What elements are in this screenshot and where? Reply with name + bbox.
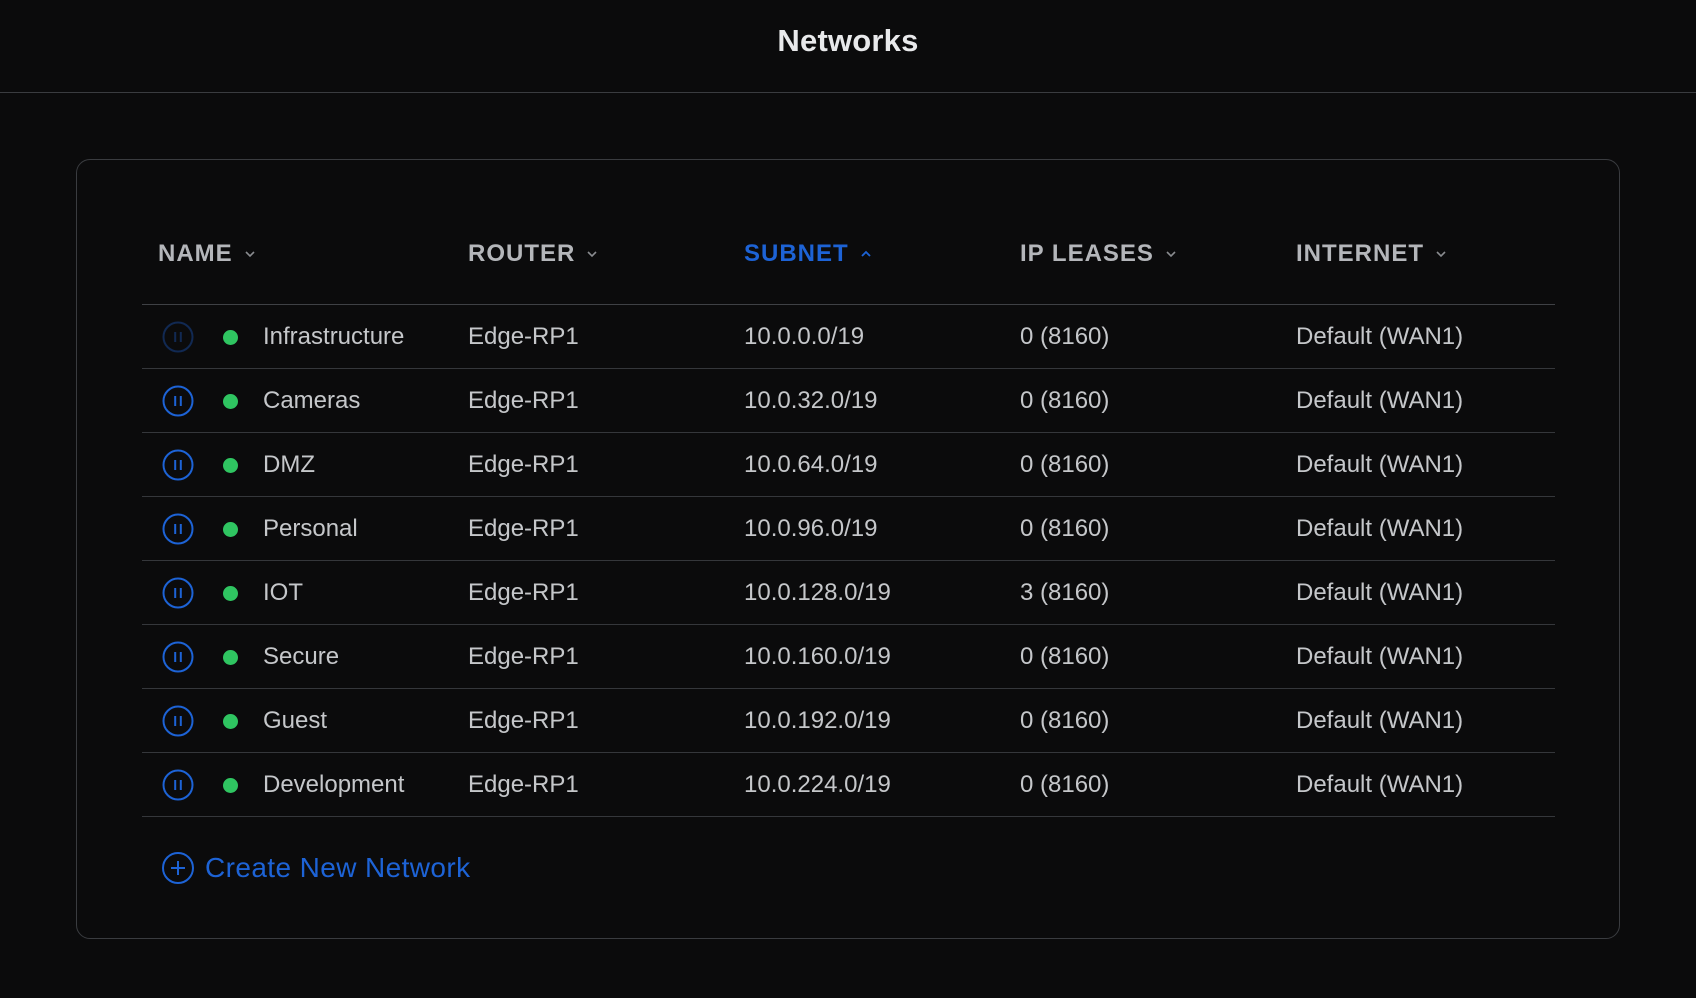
subnet: 10.0.96.0/19 [744,514,878,542]
status-dot [223,714,238,729]
pause-circle-icon[interactable] [162,577,194,609]
subnet: 10.0.128.0/19 [744,578,891,606]
internet-wan: Default (WAN1) [1296,386,1464,414]
router-name: Edge-RP1 [468,514,579,542]
column-header-label: IP LEASES [1020,240,1154,267]
chevron-down-icon [1164,249,1178,259]
network-name: Development [263,770,405,798]
pause-circle-icon[interactable] [162,705,194,737]
subnet: 10.0.64.0/19 [744,450,878,478]
router-name: Edge-RP1 [468,386,579,414]
column-header-router[interactable]: ROUTER [468,240,599,268]
column-header-internet[interactable]: INTERNET [1296,240,1448,268]
table-row[interactable]: Infrastructure Edge-RP1 10.0.0.0/19 0 (8160… [142,305,1555,369]
ip-leases: 0 (8160) [1020,386,1110,414]
status-dot [223,458,238,473]
network-name: Personal [263,514,358,542]
page-title: Networks [777,23,919,58]
ip-leases: 0 (8160) [1020,322,1110,350]
router-name: Edge-RP1 [468,770,579,798]
table-row[interactable]: Development Edge-RP1 10.0.224.0/19 0 (8160)… [142,753,1555,817]
subnet: 10.0.0.0/19 [744,322,865,350]
column-header-ip-leases[interactable]: IP LEASES [1020,240,1178,268]
internet-wan: Default (WAN1) [1296,322,1464,350]
internet-wan: Default (WAN1) [1296,770,1464,798]
table-row[interactable]: Guest Edge-RP1 10.0.192.0/19 0 (8160) Defaul… [142,689,1555,753]
top-bar: Networks [0,0,1696,93]
status-dot [223,394,238,409]
router-name: Edge-RP1 [468,578,579,606]
internet-wan: Default (WAN1) [1296,450,1464,478]
table-row[interactable]: DMZ Edge-RP1 10.0.64.0/19 0 (8160) Default (… [142,433,1555,497]
table-row[interactable]: Cameras Edge-RP1 10.0.32.0/19 0 (8160) Defau… [142,369,1555,433]
router-name: Edge-RP1 [468,706,579,734]
ip-leases: 3 (8160) [1020,578,1110,606]
ip-leases: 0 (8160) [1020,450,1110,478]
pause-circle-icon[interactable] [162,513,194,545]
table-body: Infrastructure Edge-RP1 10.0.0.0/19 0 (8160… [142,305,1555,817]
create-new-network-button[interactable]: Create New Network [161,851,471,885]
pause-circle-icon[interactable] [162,449,194,481]
subnet: 10.0.224.0/19 [744,770,891,798]
router-name: Edge-RP1 [468,450,579,478]
network-name: Guest [263,706,328,734]
pause-circle-icon[interactable] [162,641,194,673]
table-row[interactable]: Personal Edge-RP1 10.0.96.0/19 0 (8160) Defa… [142,497,1555,561]
column-header-label: ROUTER [468,240,576,267]
chevron-down-icon [585,249,599,259]
column-header-label: INTERNET [1296,240,1424,267]
pause-circle-icon[interactable] [162,321,194,353]
network-name: Cameras [263,386,361,414]
status-dot [223,586,238,601]
subnet: 10.0.160.0/19 [744,642,891,670]
column-header-label: SUBNET [744,240,849,267]
internet-wan: Default (WAN1) [1296,642,1464,670]
networks-table: NAME ROUTER SUBNET IP LEASES INTERNET In… [142,210,1555,817]
ip-leases: 0 (8160) [1020,706,1110,734]
table-row[interactable]: IOT Edge-RP1 10.0.128.0/19 3 (8160) Default … [142,561,1555,625]
ip-leases: 0 (8160) [1020,642,1110,670]
subnet: 10.0.32.0/19 [744,386,878,414]
internet-wan: Default (WAN1) [1296,514,1464,542]
internet-wan: Default (WAN1) [1296,706,1464,734]
column-header-name[interactable]: NAME [158,240,257,268]
table-row[interactable]: Secure Edge-RP1 10.0.160.0/19 0 (8160) Defau… [142,625,1555,689]
status-dot [223,778,238,793]
plus-circle-icon [161,851,195,885]
network-name: Infrastructure [263,322,405,350]
status-dot [223,330,238,345]
table-header: NAME ROUTER SUBNET IP LEASES INTERNET [142,210,1555,305]
chevron-down-icon [1434,249,1448,259]
network-name: DMZ [263,450,315,478]
chevron-up-icon [859,249,873,259]
chevron-down-icon [243,249,257,259]
pause-circle-icon[interactable] [162,385,194,417]
pause-circle-icon[interactable] [162,769,194,801]
column-header-label: NAME [158,240,233,267]
ip-leases: 0 (8160) [1020,770,1110,798]
status-dot [223,650,238,665]
status-dot [223,522,238,537]
ip-leases: 0 (8160) [1020,514,1110,542]
network-name: Secure [263,642,340,670]
network-name: IOT [263,578,303,606]
internet-wan: Default (WAN1) [1296,578,1464,606]
router-name: Edge-RP1 [468,642,579,670]
networks-panel: NAME ROUTER SUBNET IP LEASES INTERNET In… [76,159,1620,939]
subnet: 10.0.192.0/19 [744,706,891,734]
column-header-subnet[interactable]: SUBNET [744,240,873,268]
create-new-network-label: Create New Network [205,852,471,883]
router-name: Edge-RP1 [468,322,579,350]
